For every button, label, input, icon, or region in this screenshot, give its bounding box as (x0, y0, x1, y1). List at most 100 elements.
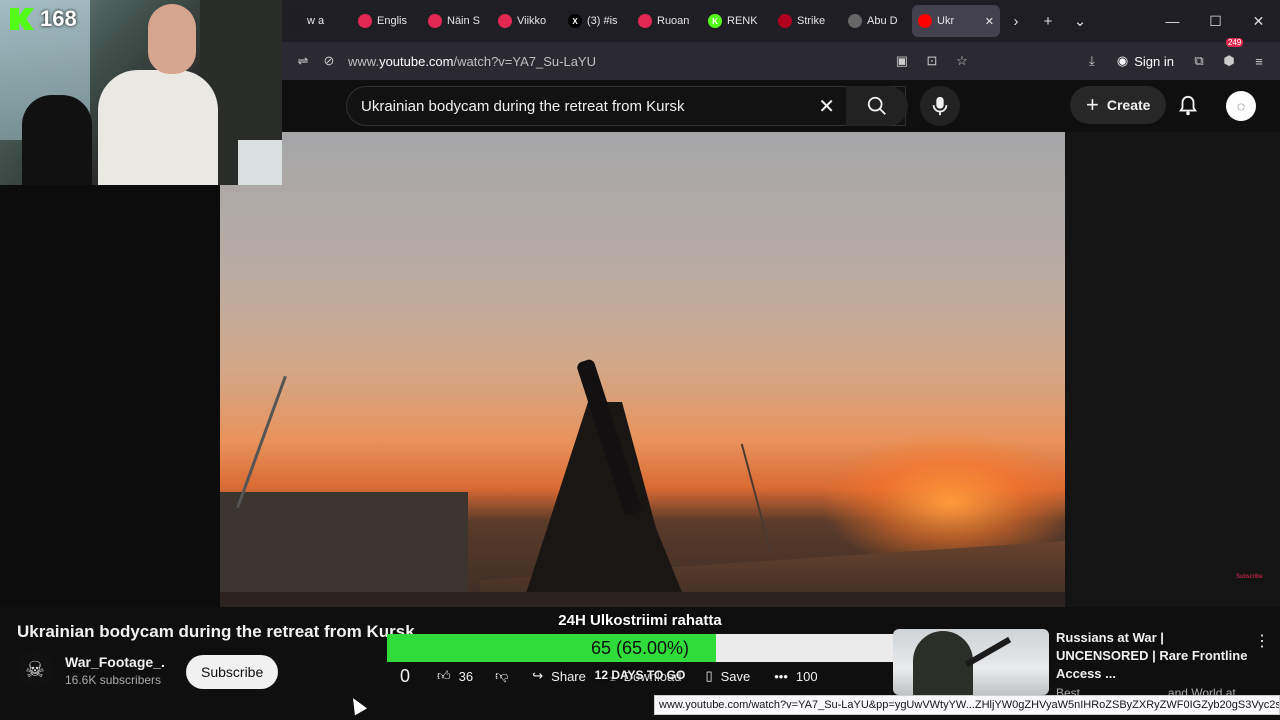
browser-tab[interactable]: Näin S (422, 5, 492, 37)
recommended-title[interactable]: Russians at War | UNCENSORED | Rare Fron… (1056, 629, 1256, 683)
url-path: /watch?v=YA7_Su-LaYU (453, 53, 596, 69)
tab-list-chevron-icon[interactable]: ⌄ (1064, 5, 1096, 37)
subscribe-watermark[interactable]: Subscribe (1236, 560, 1274, 580)
tab-favicon-icon (778, 14, 792, 28)
tab-label: RENK (727, 15, 758, 27)
tab-list: w a Englis Näin S Viikko X (3) #is Ruoan K RENK S… (282, 5, 1000, 37)
tab-label: (3) #is (587, 15, 618, 27)
extensions-icon[interactable]: ⧉ (1186, 48, 1212, 74)
subscriber-count: 16.6K subscribers (65, 672, 162, 687)
browser-tab[interactable]: Abu D (842, 5, 912, 37)
page-download-icon[interactable]: ⊡ (919, 48, 945, 74)
url-domain: youtube.com (379, 53, 454, 69)
video-pole (236, 375, 287, 509)
window-controls: — ☐ ✕ (1151, 0, 1280, 42)
goal-title: 24H Ulkostriimi rahatta (558, 612, 722, 629)
recommended-video[interactable]: Russians at War | UNCENSORED | Rare Fron… (893, 629, 1280, 714)
browser-tab[interactable]: Ruoan (632, 5, 702, 37)
tab-favicon-icon: X (568, 14, 582, 28)
sign-in-button[interactable]: ◉ Sign in (1109, 53, 1182, 69)
goal-days-left: 12 DAYS TO GO (594, 668, 686, 682)
video-title: Ukrainian bodycam during the retreat fro… (17, 622, 415, 641)
picture-in-picture-icon[interactable]: ▣ (889, 48, 915, 74)
user-avatar[interactable]: ◌ (1226, 91, 1256, 121)
close-tab-icon[interactable]: ✕ (985, 15, 994, 28)
kick-logo-icon (10, 8, 34, 30)
browser-tab[interactable]: Englis (352, 5, 422, 37)
minimize-button[interactable]: — (1151, 0, 1194, 42)
tab-favicon-icon (848, 14, 862, 28)
toolbar-right: ▣ ⊡ ☆ ⤓ ◉ Sign in ⧉ ⬢ 249 ≡ (889, 38, 1272, 74)
tab-label: Näin S (447, 15, 481, 27)
url-prefix: www. (348, 53, 380, 69)
channel-info: War_Footage_. 16.6K subscribers (65, 654, 165, 687)
close-window-button[interactable]: ✕ (1237, 0, 1280, 42)
notifications-button[interactable] (1174, 92, 1202, 120)
sign-in-label: Sign in (1134, 53, 1174, 69)
create-button[interactable]: + Create (1070, 86, 1167, 124)
webcam-desk (238, 140, 282, 185)
maximize-button[interactable]: ☐ (1194, 0, 1237, 42)
tab-label: Ukr (937, 15, 955, 27)
create-label: Create (1106, 97, 1151, 113)
webcam-person-head (148, 4, 196, 74)
search-icon (867, 96, 886, 115)
search-input[interactable]: Ukrainian bodycam during the retreat fro… (346, 86, 906, 126)
webcam-overlay: 168 (0, 0, 282, 185)
plus-icon: + (1086, 92, 1099, 117)
browser-tab[interactable]: Ukr ✕ (912, 5, 1000, 37)
tab-label: Viikko (517, 15, 547, 27)
subscribe-button[interactable]: Subscribe (186, 655, 279, 689)
recommended-thumbnail[interactable] (893, 629, 1049, 695)
youtube-header: Ukrainian bodycam during the retreat fro… (282, 80, 1280, 132)
channel-name[interactable]: War_Footage_. (65, 654, 165, 670)
webcam-person-body (98, 70, 218, 185)
goal-progress-text: 65 (65.00%) (590, 638, 690, 658)
recommended-more-icon[interactable]: ⋮ (1254, 631, 1270, 651)
tab-favicon-icon (498, 14, 512, 28)
browser-tab[interactable]: w a (282, 5, 352, 37)
video-left-letterbox (0, 185, 220, 607)
bookmark-star-icon[interactable]: ☆ (949, 48, 975, 74)
status-bar-url: www.youtube.com/watch?v=YA7_Su-LaYU&pp=y… (654, 695, 1280, 715)
tab-favicon-icon: K (708, 14, 722, 28)
menu-icon[interactable]: ≡ (1246, 48, 1272, 74)
ublock-extension-icon[interactable]: ⬢ 249 (1216, 38, 1244, 74)
tab-favicon-icon (288, 14, 302, 28)
channel-avatar[interactable]: ☠ (17, 652, 53, 688)
browser-tab[interactable]: Strike (772, 5, 842, 37)
webcam-chair (22, 95, 92, 185)
screen: 168 w a Englis Näin S Viikko X (3) #is Ruoan K R… (0, 0, 1280, 720)
downloads-icon[interactable]: ⤓ (1079, 48, 1105, 74)
address-bar: ⇌ ⊘ www.youtube.com/watch?v=YA7_Su-LaYU … (282, 38, 1280, 80)
browser-tab[interactable]: K RENK (702, 5, 772, 37)
tab-label: Ruoan (657, 15, 690, 27)
page-settings-icon[interactable]: ⇌ (290, 48, 316, 74)
voice-search-button[interactable] (920, 86, 960, 126)
tab-label: Strike (797, 15, 826, 27)
tab-label: Englis (377, 15, 407, 27)
video-ground (220, 592, 1065, 607)
new-tab-button[interactable]: + (1032, 5, 1064, 37)
search-query: Ukrainian bodycam during the retreat fro… (361, 97, 685, 115)
tab-favicon-icon (428, 14, 442, 28)
tab-favicon-icon (358, 14, 372, 28)
bell-icon (1178, 95, 1198, 116)
browser-tab-bar: w a Englis Näin S Viikko X (3) #is Ruoan K RENK S… (282, 0, 1280, 42)
tab-label: Abu D (867, 15, 898, 27)
tab-label: w a (307, 15, 325, 27)
tab-scroll-right-icon[interactable]: › (1000, 5, 1032, 37)
clear-search-icon[interactable]: ✕ (818, 94, 835, 119)
tab-favicon-icon (638, 14, 652, 28)
mouse-cursor-icon (346, 694, 368, 716)
kick-viewer-badge: 168 (10, 6, 77, 32)
browser-tab[interactable]: X (3) #is (562, 5, 632, 37)
video-right-letterbox (1065, 132, 1280, 607)
video-player[interactable] (220, 132, 1065, 607)
tracking-protection-icon[interactable]: ⊘ (316, 48, 342, 74)
browser-tab[interactable]: Viikko (492, 5, 562, 37)
search-button[interactable] (846, 86, 908, 126)
thumb-soldier (913, 631, 973, 695)
goal-progress-bar: 65 (65.00%) (387, 634, 893, 662)
url-field[interactable]: www.youtube.com/watch?v=YA7_Su-LaYU (348, 54, 596, 69)
